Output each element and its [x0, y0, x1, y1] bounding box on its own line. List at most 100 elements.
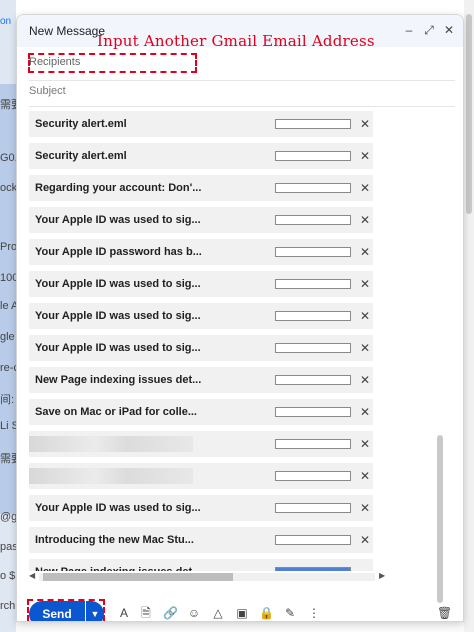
formatting-icon[interactable]: A [117, 605, 131, 621]
background-text: 间: [0, 394, 15, 406]
background-text: rch [0, 600, 16, 612]
attachment-item[interactable]: Your Apple ID was used to sig... ✕ [29, 207, 373, 233]
upload-progress-bar [275, 151, 351, 161]
insert-photo-icon[interactable]: ▣ [235, 605, 249, 621]
more-options-icon[interactable]: ⋮ [307, 605, 321, 621]
minimize-icon[interactable]: – [403, 23, 415, 37]
attachment-item[interactable]: Introducing the new Mac Stu... ✕ [29, 527, 373, 553]
close-icon[interactable]: ✕ [443, 23, 455, 37]
remove-attachment-icon[interactable]: ✕ [360, 117, 370, 131]
attachment-name: Security alert.eml [35, 150, 127, 162]
remove-attachment-icon[interactable]: ✕ [360, 405, 370, 419]
attachment-item[interactable]: Save on Mac or iPad for colle... ✕ [29, 399, 373, 425]
remove-attachment-icon[interactable]: ✕ [360, 533, 370, 547]
upload-progress-bar [275, 343, 351, 353]
upload-progress-bar [275, 247, 351, 257]
compose-header-controls: – ⤢ ✕ [403, 23, 455, 37]
upload-progress-bar [275, 279, 351, 289]
background-text: o $1 [0, 570, 16, 582]
attachment-name: Your Apple ID was used to sig... [35, 214, 201, 226]
upload-progress-bar [275, 183, 351, 193]
upload-progress-bar [275, 407, 351, 417]
scroll-right-icon[interactable]: ▶ [379, 571, 385, 580]
background-text: @g [0, 511, 16, 523]
remove-attachment-icon[interactable]: ✕ [360, 277, 370, 291]
hscroll-thumb[interactable] [43, 573, 233, 581]
attachment-item[interactable]: New Page indexing issues det... [29, 559, 373, 571]
subject-placeholder: Subject [29, 85, 66, 97]
compose-title: New Message [29, 24, 106, 38]
remove-attachment-icon[interactable]: ✕ [360, 213, 370, 227]
attachment-item[interactable]: ✕ [29, 431, 373, 457]
attachment-name: Regarding your account: Don'... [35, 182, 202, 194]
attachment-item[interactable]: Your Apple ID was used to sig... ✕ [29, 271, 373, 297]
attachment-name [29, 468, 193, 484]
recipients-highlight-box [28, 53, 197, 73]
background-text: re-c [0, 362, 16, 374]
attachment-list: Security alert.eml ✕ Security alert.eml ✕ Re… [29, 99, 387, 571]
attachment-name: Your Apple ID was used to sig... [35, 342, 201, 354]
upload-progress-bar [275, 535, 351, 545]
attachment-item[interactable]: Your Apple ID was used to sig... ✕ [29, 335, 373, 361]
attachment-item[interactable]: Security alert.eml ✕ [29, 111, 373, 137]
annotation-text: Input Another Gmail Email Address [97, 32, 375, 50]
send-button[interactable]: Send [29, 601, 85, 621]
confidential-mode-icon[interactable]: 🔒 [259, 605, 274, 621]
compose-toolbar: Send ▼ A 🗎 🔗 ☺ △ ▣ 🔒 ✎ ⋮ 🗑 [17, 589, 463, 621]
remove-attachment-icon[interactable]: ✕ [360, 309, 370, 323]
page-scrollbar-thumb[interactable] [466, 14, 472, 214]
remove-attachment-icon[interactable]: ✕ [360, 437, 370, 451]
remove-attachment-icon[interactable]: ✕ [360, 181, 370, 195]
upload-progress-bar [275, 215, 351, 225]
background-text: Li S [0, 420, 16, 432]
upload-progress-bar [275, 119, 351, 129]
expand-icon[interactable]: ⤢ [423, 23, 435, 37]
page-scrollbar[interactable] [464, 0, 474, 632]
remove-attachment-icon[interactable]: ✕ [360, 469, 370, 483]
compose-window: New Message – ⤢ ✕ Recipients Input Anoth… [16, 14, 464, 622]
attachment-item[interactable]: Your Apple ID password has b... ✕ [29, 239, 373, 265]
background-text: 100 [0, 272, 16, 284]
attach-file-icon[interactable]: 🗎 [139, 605, 153, 621]
remove-attachment-icon[interactable]: ✕ [360, 245, 370, 259]
background-text: gle [0, 331, 15, 343]
background-text: Pro [0, 241, 16, 253]
attachment-name [29, 436, 193, 452]
background-text: G0. [0, 152, 16, 164]
attachment-item[interactable]: New Page indexing issues det... ✕ [29, 367, 373, 393]
background-text: 需要 [0, 99, 16, 111]
attachment-name: New Page indexing issues det... [35, 374, 202, 386]
insert-link-icon[interactable]: 🔗 [163, 605, 178, 621]
attachment-item[interactable]: Security alert.eml ✕ [29, 143, 373, 169]
discard-draft-icon[interactable]: 🗑 [437, 605, 452, 621]
remove-attachment-icon[interactable]: ✕ [360, 149, 370, 163]
remove-attachment-icon[interactable]: ✕ [360, 373, 370, 387]
remove-attachment-icon[interactable]: ✕ [360, 501, 370, 515]
background-text: ocku [0, 182, 16, 194]
attachment-item[interactable]: Your Apple ID was used to sig... ✕ [29, 495, 373, 521]
emoji-icon[interactable]: ☺ [187, 605, 201, 621]
attachment-name: Your Apple ID was used to sig... [35, 310, 201, 322]
attachment-item[interactable]: Regarding your account: Don'... ✕ [29, 175, 373, 201]
signature-icon[interactable]: ✎ [283, 605, 297, 621]
scroll-left-icon[interactable]: ◀ [29, 571, 35, 580]
attachment-name: Your Apple ID was used to sig... [35, 502, 201, 514]
upload-progress-bar [275, 503, 351, 513]
attachment-list-scrollbar[interactable] [437, 435, 443, 603]
attachment-name: Introducing the new Mac Stu... [35, 534, 194, 546]
attachment-item[interactable]: Your Apple ID was used to sig... ✕ [29, 303, 373, 329]
attachment-horizontal-scrollbar[interactable]: ◀ ▶ [29, 571, 385, 581]
drive-icon[interactable]: △ [211, 605, 225, 621]
attachment-item[interactable]: ✕ [29, 463, 373, 489]
upload-progress-bar [275, 471, 351, 481]
attachment-name: Security alert.eml [35, 118, 127, 130]
background-inbox-strip: on 需要 G0. ocku Pro 100 le A gle re-c 间: … [0, 0, 16, 632]
background-text: 需要 [0, 453, 16, 465]
upload-progress-bar [275, 439, 351, 449]
upload-progress-bar [275, 311, 351, 321]
attachment-name: Your Apple ID was used to sig... [35, 278, 201, 290]
background-text: le A [0, 300, 16, 312]
background-text: on [0, 16, 12, 27]
remove-attachment-icon[interactable]: ✕ [360, 341, 370, 355]
background-text: pas [0, 541, 16, 553]
